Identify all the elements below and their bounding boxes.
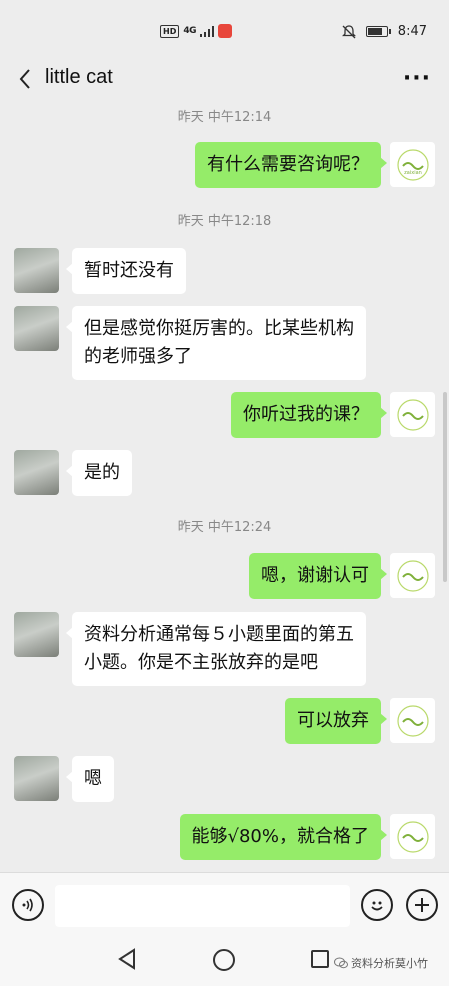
clock: 8:47	[397, 24, 427, 39]
message-bubble-sent[interactable]: 你听过我的课？	[231, 392, 387, 438]
nav-home-button[interactable]	[213, 949, 235, 971]
scrollbar[interactable]	[443, 392, 447, 582]
more-dots-icon: ···	[402, 66, 431, 91]
my-avatar[interactable]	[390, 698, 435, 743]
logo-icon	[396, 704, 429, 737]
signal-indicator: 4G	[183, 26, 196, 36]
message-bubble-received[interactable]: 暂时还没有	[66, 248, 186, 294]
emoji-button[interactable]	[361, 889, 393, 921]
mute-bell-icon	[341, 24, 356, 38]
watermark: 资料分析莫小竹	[334, 955, 428, 971]
message-bubble-sent[interactable]: 可以放弃	[285, 698, 387, 744]
nav-back-icon	[118, 948, 135, 970]
contact-avatar[interactable]	[14, 306, 59, 351]
chat-title: little cat	[45, 66, 113, 88]
message-bubble-sent[interactable]: 嗯，谢谢认可	[249, 553, 387, 599]
message-bubble-received[interactable]: 嗯	[66, 756, 114, 802]
my-avatar[interactable]	[390, 553, 435, 598]
more-options-button[interactable]: ···	[403, 66, 431, 91]
plus-icon	[415, 898, 429, 912]
contact-avatar[interactable]	[14, 248, 59, 293]
back-arrow-icon	[19, 69, 30, 89]
contact-avatar[interactable]	[14, 756, 59, 801]
message-bubble-received[interactable]: 但是感觉你挺厉害的。比某些机构 的老师强多了	[66, 306, 366, 380]
nav-back-button[interactable]	[117, 948, 137, 974]
message-bubble-received[interactable]: 是的	[66, 450, 132, 496]
message-input[interactable]	[55, 885, 350, 927]
my-avatar[interactable]: zaixian	[390, 142, 435, 187]
timestamp: 昨天 中午12:18	[177, 214, 272, 229]
status-icons: HD 4G	[160, 24, 232, 38]
logo-icon: zaixian	[396, 148, 429, 181]
contact-avatar[interactable]	[14, 450, 59, 495]
voice-button[interactable]	[12, 889, 44, 921]
message-bubble-sent[interactable]: 有什么需要咨询呢？	[195, 142, 387, 188]
battery-icon	[365, 26, 391, 37]
svg-text:zaixian: zaixian	[404, 170, 422, 176]
notification-app-icon	[218, 24, 232, 38]
timestamp: 昨天 中午12:14	[177, 110, 272, 125]
watermark-text: 资料分析莫小竹	[351, 957, 428, 970]
status-bar: HD 4G 8:47	[0, 0, 449, 56]
my-avatar[interactable]	[390, 392, 435, 437]
chat-header: little cat ···	[0, 56, 449, 102]
message-bubble-sent[interactable]: 能够√80%，就合格了	[179, 814, 388, 860]
input-bar	[0, 872, 449, 936]
logo-icon	[396, 398, 429, 431]
emoji-icon	[371, 901, 383, 911]
hd-badge: HD	[160, 24, 180, 38]
logo-icon	[396, 820, 429, 853]
plus-button[interactable]	[406, 889, 438, 921]
logo-icon	[396, 559, 429, 592]
message-bubble-received[interactable]: 资料分析通常每５小题里面的第五 小题。你是不主张放弃的是吧	[66, 612, 366, 686]
contact-avatar[interactable]	[14, 612, 59, 657]
my-avatar[interactable]	[390, 814, 435, 859]
voice-icon	[22, 898, 33, 912]
wechat-icon	[334, 957, 348, 969]
message-list[interactable]: 昨天 中午12:14 有什么需要咨询呢？ zaixian 昨天 中午12:18 …	[0, 102, 449, 872]
nav-recent-button[interactable]	[311, 950, 329, 968]
back-button[interactable]	[14, 68, 36, 90]
signal-bars-icon	[200, 25, 214, 37]
status-right: 8:47	[341, 24, 427, 39]
system-navigation: 资料分析莫小竹	[0, 936, 449, 986]
timestamp: 昨天 中午12:24	[177, 520, 272, 535]
